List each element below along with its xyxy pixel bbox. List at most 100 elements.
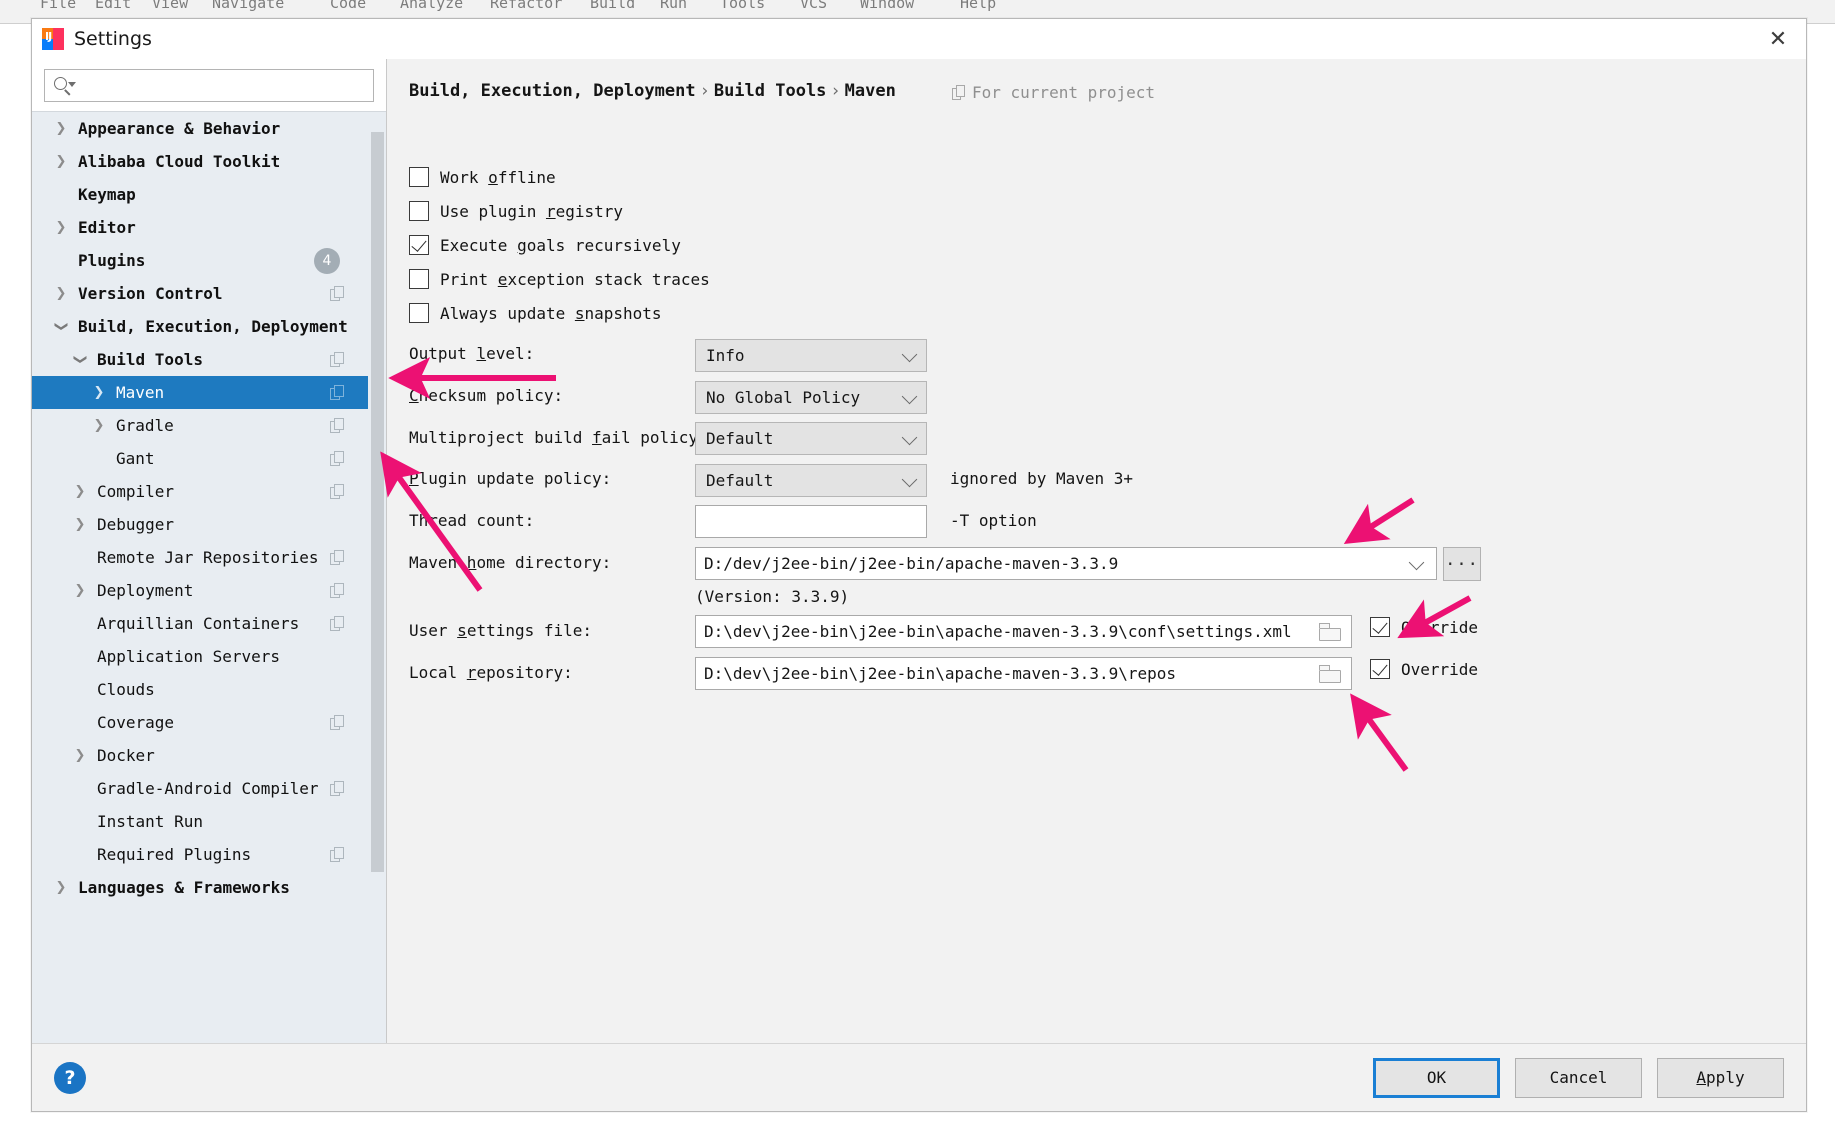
local-repository-input[interactable]: D:\dev\j2ee-bin\j2ee-bin\apache-maven-3.… [695,657,1352,690]
copy-settings-icon[interactable] [330,384,346,401]
copy-settings-icon[interactable] [330,285,346,302]
user-settings-file-input[interactable]: D:\dev\j2ee-bin\j2ee-bin\apache-maven-3.… [695,615,1352,648]
multiproject-fail-policy-select[interactable]: Default [695,422,927,455]
sidebar-item-maven[interactable]: ❯ Maven [32,376,368,409]
sidebar-item-instant-run[interactable]: Instant Run [32,805,368,838]
ide-menu-analyze[interactable]: Analyze [400,0,463,12]
checkbox-execute-goals-recursively[interactable]: Execute goals recursively [409,235,681,255]
sidebar-item-application-servers[interactable]: Application Servers [32,640,368,673]
always-update-snapshots-checkbox[interactable] [409,303,429,323]
sidebar-scrollbar[interactable] [368,112,386,1043]
sidebar-item-build-execution-deployment[interactable]: ❯ Build, Execution, Deployment [32,310,368,343]
chevron-right-icon[interactable]: ❯ [90,386,108,399]
sidebar-scrollbar-thumb[interactable] [371,132,384,872]
ide-menu-code[interactable]: Code [330,0,366,12]
apply-button[interactable]: Apply [1657,1057,1784,1098]
chevron-right-icon[interactable]: ❯ [71,749,89,762]
close-icon[interactable]: ✕ [1750,19,1806,59]
copy-settings-icon[interactable] [330,714,346,731]
chevron-right-icon[interactable]: ❯ [90,419,108,432]
sidebar-item-coverage[interactable]: Coverage [32,706,368,739]
use-plugin-registry-checkbox[interactable] [409,201,429,221]
copy-settings-icon[interactable] [330,582,346,599]
sidebar-item-deployment[interactable]: ❯ Deployment [32,574,368,607]
copy-settings-icon[interactable] [330,780,346,797]
chevron-right-icon[interactable]: ❯ [71,584,89,597]
chevron-right-icon[interactable]: ❯ [71,518,89,531]
sidebar-item-gradle-android-compiler[interactable]: Gradle-Android Compiler [32,772,368,805]
ide-menu-edit[interactable]: Edit [95,0,131,12]
ide-menu-window[interactable]: Window [860,0,914,12]
breadcrumb-segment[interactable]: Maven [845,81,896,101]
chevron-right-icon[interactable]: ❯ [52,155,70,168]
checksum-policy-select[interactable]: No Global Policy [695,381,927,414]
copy-settings-icon[interactable] [330,483,346,500]
maven-home-browse-button[interactable]: ... [1443,547,1481,581]
help-icon[interactable]: ? [54,1061,86,1094]
ide-menu-run[interactable]: Run [660,0,687,12]
ok-button[interactable]: OK [1373,1057,1500,1098]
chevron-down-icon[interactable]: ❯ [73,351,88,369]
ide-menu-help[interactable]: Help [960,0,996,12]
sidebar-item-editor[interactable]: ❯ Editor [32,211,368,244]
breadcrumb-segment[interactable]: Build Tools [714,81,827,101]
checkbox-print-exception-stack-traces[interactable]: Print exception stack traces [409,269,710,289]
sidebar-item-appearance-behavior[interactable]: ❯ Appearance & Behavior [32,112,368,145]
ide-menu-refactor[interactable]: Refactor [490,0,562,12]
sidebar-item-keymap[interactable]: Keymap [32,178,368,211]
chevron-right-icon[interactable]: ❯ [52,122,70,135]
breadcrumb-segment[interactable]: Build, Execution, Deployment [409,81,696,101]
maven-home-directory-input[interactable]: D:/dev/j2ee-bin/j2ee-bin/apache-maven-3.… [695,547,1437,580]
checkbox-use-plugin-registry[interactable]: Use plugin registry [409,201,623,221]
ide-menu-build[interactable]: Build [590,0,635,12]
sidebar-item-gant[interactable]: Gant [32,442,368,475]
sidebar-item-debugger[interactable]: ❯ Debugger [32,508,368,541]
sidebar-item-arquillian-containers[interactable]: Arquillian Containers [32,607,368,640]
print-exception-stack-traces-checkbox[interactable] [409,269,429,289]
chevron-right-icon[interactable]: ❯ [52,287,70,300]
sidebar-item-languages-frameworks[interactable]: ❯ Languages & Frameworks [32,871,368,904]
chevron-right-icon[interactable]: ❯ [52,221,70,234]
chevron-right-icon[interactable]: ❯ [71,485,89,498]
chevron-down-icon[interactable]: ❯ [54,318,69,336]
ide-menu-navigate[interactable]: Navigate [212,0,284,12]
folder-icon[interactable] [1319,664,1342,683]
search-box[interactable] [44,69,374,102]
folder-icon[interactable] [1319,622,1342,641]
ide-menu-view[interactable]: View [152,0,188,12]
thread-count-input[interactable] [695,505,927,538]
sidebar-item-build-tools[interactable]: ❯ Build Tools [32,343,368,376]
sidebar-item-remote-jar-repositories[interactable]: Remote Jar Repositories [32,541,368,574]
checkbox-work-offline[interactable]: Work offline [409,167,556,187]
copy-settings-icon[interactable] [330,417,346,434]
sidebar-item-required-plugins[interactable]: Required Plugins [32,838,368,871]
plugin-update-policy-select[interactable]: Default [695,464,927,497]
sidebar-item-version-control[interactable]: ❯ Version Control [32,277,368,310]
user-settings-override-row[interactable]: Override [1370,617,1478,637]
ide-menu-file[interactable]: File [40,0,76,12]
sidebar-item-compiler[interactable]: ❯ Compiler [32,475,368,508]
copy-settings-icon[interactable] [330,615,346,632]
output-level-select[interactable]: Info [695,339,927,372]
cancel-button[interactable]: Cancel [1515,1057,1642,1098]
checkbox-always-update-snapshots[interactable]: Always update snapshots [409,303,662,323]
sidebar-item-alibaba-cloud-toolkit[interactable]: ❯ Alibaba Cloud Toolkit [32,145,368,178]
chevron-down-icon[interactable] [1408,554,1425,570]
local-repository-override-row[interactable]: Override [1370,659,1478,679]
search-input[interactable] [79,75,365,96]
chevron-right-icon[interactable]: ❯ [52,881,70,894]
copy-settings-icon[interactable] [330,351,346,368]
sidebar-item-gradle[interactable]: ❯ Gradle [32,409,368,442]
user-settings-override-checkbox[interactable] [1370,617,1390,637]
sidebar-item-plugins[interactable]: Plugins 4 [32,244,368,277]
copy-settings-icon[interactable] [330,846,346,863]
local-repository-override-checkbox[interactable] [1370,659,1390,679]
ide-menu-tools[interactable]: Tools [720,0,765,12]
ide-menu-vcs[interactable]: VCS [800,0,827,12]
sidebar-item-docker[interactable]: ❯ Docker [32,739,368,772]
copy-settings-icon[interactable] [330,450,346,467]
sidebar-item-clouds[interactable]: Clouds [32,673,368,706]
copy-settings-icon[interactable] [330,549,346,566]
work-offline-checkbox[interactable] [409,167,429,187]
execute-goals-recursively-checkbox[interactable] [409,235,429,255]
